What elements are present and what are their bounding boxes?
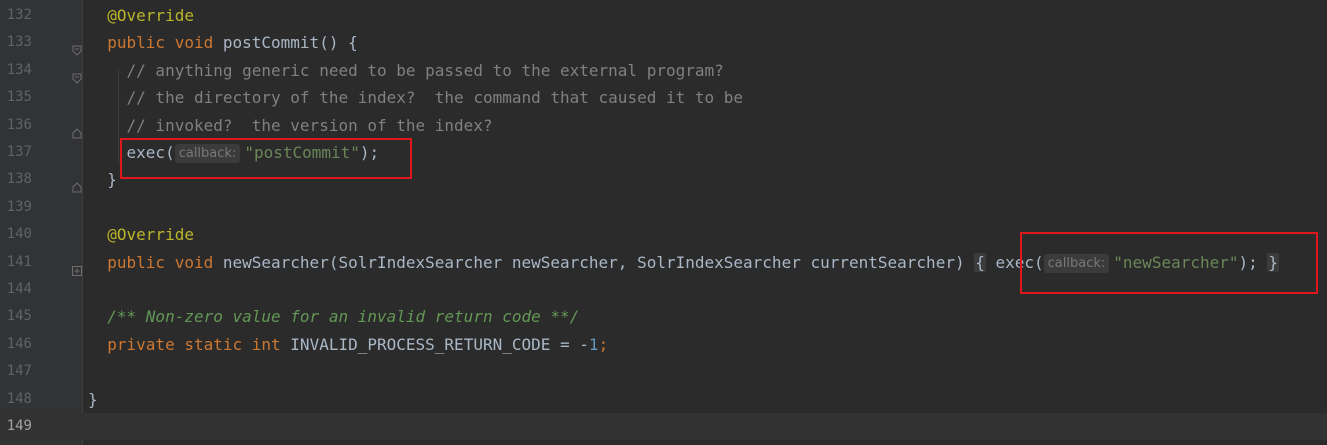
code-line[interactable]: 140 @Override bbox=[0, 221, 1327, 248]
code-line[interactable]: 135 // the directory of the index? the c… bbox=[0, 84, 1327, 111]
code-token: "newSearcher" bbox=[1113, 252, 1239, 272]
code-token: ; bbox=[598, 334, 609, 354]
code-token: } bbox=[107, 170, 117, 190]
code-line[interactable]: 148} bbox=[0, 386, 1327, 413]
code-line[interactable]: 149 bbox=[0, 413, 1327, 440]
line-number[interactable]: 149 bbox=[0, 413, 32, 440]
code-token: @Override bbox=[107, 225, 194, 245]
code-line[interactable]: 145 /** Non-zero value for an invalid re… bbox=[0, 303, 1327, 330]
fold-open-icon[interactable] bbox=[72, 37, 82, 57]
code-token: // anything generic need to be passed to… bbox=[126, 60, 724, 80]
code-text[interactable]: @Override bbox=[88, 2, 194, 29]
code-line[interactable]: 144 bbox=[0, 276, 1327, 303]
code-text[interactable]: /** Non-zero value for an invalid return… bbox=[88, 303, 579, 330]
fold-close-icon[interactable] bbox=[72, 120, 82, 139]
code-text[interactable]: public void postCommit() { bbox=[88, 29, 358, 56]
line-number[interactable]: 144 bbox=[0, 276, 32, 303]
line-number[interactable]: 140 bbox=[0, 221, 32, 248]
code-token: /** Non-zero value for an invalid return… bbox=[107, 307, 580, 327]
code-text[interactable]: // invoked? the version of the index? bbox=[88, 112, 493, 139]
code-text[interactable]: // anything generic need to be passed to… bbox=[88, 57, 724, 84]
code-token: exec( bbox=[126, 143, 175, 162]
code-token: INVALID_PROCESS_RETURN_CODE = - bbox=[290, 334, 589, 354]
line-number[interactable]: 138 bbox=[0, 166, 32, 193]
line-number[interactable]: 141 bbox=[0, 249, 32, 276]
code-token: newSearcher(SolrIndexSearcher newSearche… bbox=[222, 252, 975, 272]
code-line[interactable]: 141 public void newSearcher(SolrIndexSea… bbox=[0, 249, 1327, 276]
code-token: ); bbox=[359, 143, 380, 162]
parameter-hint: callback: bbox=[1043, 253, 1110, 273]
code-line[interactable]: 139 bbox=[0, 194, 1327, 221]
fold-plus-icon[interactable] bbox=[72, 257, 82, 276]
code-token: postCommit() { bbox=[222, 33, 358, 53]
fold-close-icon[interactable] bbox=[72, 174, 82, 193]
code-token: // the directory of the index? the comma… bbox=[126, 88, 744, 108]
line-number[interactable]: 146 bbox=[0, 331, 32, 358]
line-number[interactable]: 139 bbox=[0, 194, 32, 221]
code-text[interactable]: @Override bbox=[88, 221, 194, 248]
code-line[interactable]: 136 // invoked? the version of the index… bbox=[0, 112, 1327, 139]
line-number[interactable]: 137 bbox=[0, 139, 32, 166]
line-number[interactable]: 133 bbox=[0, 29, 32, 56]
code-text[interactable]: private static int INVALID_PROCESS_RETUR… bbox=[88, 331, 608, 358]
line-number[interactable]: 145 bbox=[0, 303, 32, 330]
code-token: public void bbox=[107, 252, 223, 272]
code-line[interactable]: 134 // anything generic need to be passe… bbox=[0, 57, 1327, 84]
code-token: } bbox=[88, 389, 98, 409]
fold-open-icon[interactable] bbox=[72, 65, 82, 84]
code-line[interactable]: 146 private static int INVALID_PROCESS_R… bbox=[0, 331, 1327, 358]
code-line[interactable]: 138 } bbox=[0, 166, 1327, 193]
code-token: exec( bbox=[985, 252, 1044, 272]
line-number[interactable]: 132 bbox=[0, 2, 32, 29]
code-line[interactable]: 133 public void postCommit() { bbox=[0, 29, 1327, 57]
line-number[interactable]: 136 bbox=[0, 112, 32, 139]
line-number[interactable]: 148 bbox=[0, 386, 32, 413]
code-token: { bbox=[974, 252, 986, 272]
code-text[interactable]: exec(callback: "postCommit"); bbox=[88, 139, 379, 166]
line-number[interactable]: 134 bbox=[0, 57, 32, 84]
line-number[interactable]: 147 bbox=[0, 358, 32, 385]
code-editor[interactable]: 132 @Override 133 public void postCommit(… bbox=[0, 0, 1327, 445]
parameter-hint: callback: bbox=[174, 144, 241, 163]
code-line[interactable]: 132 @Override bbox=[0, 2, 1327, 29]
code-text[interactable]: public void newSearcher(SolrIndexSearche… bbox=[88, 249, 1280, 276]
code-token: public void bbox=[107, 33, 223, 53]
code-token: "postCommit" bbox=[244, 143, 360, 162]
code-line[interactable]: 147 bbox=[0, 358, 1327, 385]
code-token: // invoked? the version of the index? bbox=[126, 115, 493, 135]
code-token: ); bbox=[1238, 252, 1268, 272]
code-text[interactable]: // the directory of the index? the comma… bbox=[88, 84, 744, 111]
code-token: } bbox=[1267, 252, 1280, 272]
code-text[interactable]: } bbox=[88, 166, 117, 193]
code-line[interactable]: 137 exec(callback: "postCommit"); bbox=[0, 139, 1327, 166]
code-token: @Override bbox=[107, 6, 194, 25]
code-text[interactable]: } bbox=[88, 386, 98, 413]
line-number[interactable]: 135 bbox=[0, 84, 32, 111]
code-token: private static int bbox=[107, 334, 291, 354]
code-token: 1 bbox=[588, 334, 599, 354]
